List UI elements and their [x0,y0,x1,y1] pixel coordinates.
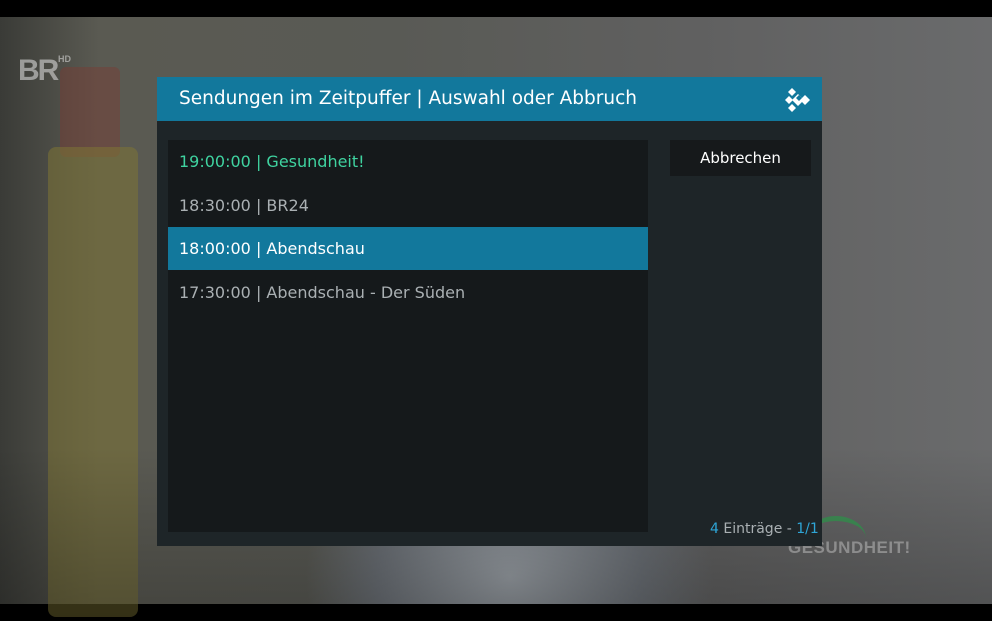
item-count: 4 Einträge - 1/1 [710,521,819,537]
list-item[interactable]: 19:00:00 | Gesundheit! [168,140,648,183]
channel-logo-hd: HD [58,54,71,64]
list-item[interactable]: 18:30:00 | BR24 [168,184,648,227]
timeshift-select-dialog: Sendungen im Zeitpuffer | Auswahl oder A… [157,77,822,546]
item-count-label: Einträge - [718,521,797,537]
channel-logo: BR [18,54,59,87]
kodi-icon [785,88,810,112]
background-object [60,67,120,157]
item-count-number: 4 [710,521,719,537]
recording-list: 19:00:00 | Gesundheit! 18:30:00 | BR24 1… [168,140,648,532]
list-item[interactable]: 17:30:00 | Abendschau - Der Süden [168,271,648,314]
cancel-button[interactable]: Abbrechen [670,140,811,176]
dialog-title: Sendungen im Zeitpuffer | Auswahl oder A… [179,88,637,109]
dialog-header: Sendungen im Zeitpuffer | Auswahl oder A… [157,77,822,121]
letterbox-bar [0,0,992,17]
list-item-focused[interactable]: 18:00:00 | Abendschau [168,227,648,270]
page-indicator: 1/1 [796,521,819,537]
